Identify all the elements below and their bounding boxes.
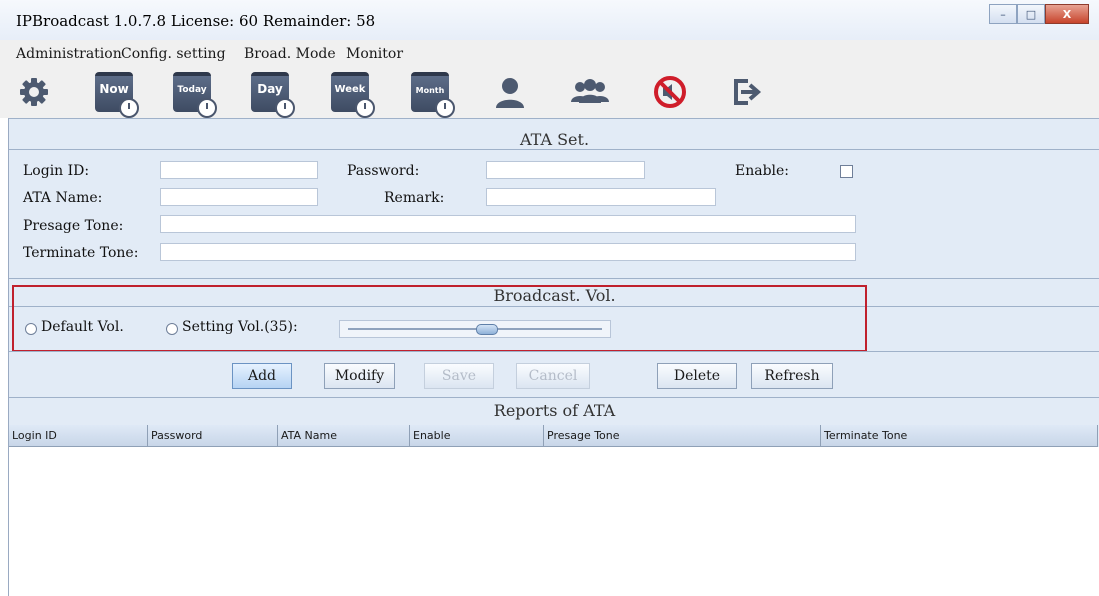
users-button[interactable] (564, 69, 616, 115)
day-button[interactable]: Day (244, 69, 296, 118)
add-button[interactable]: Add (232, 363, 292, 389)
menu-monitor[interactable]: Monitor (346, 46, 403, 62)
password-label: Password: (347, 163, 420, 179)
menu-config-setting[interactable]: Config. setting (121, 46, 226, 62)
user-icon (496, 78, 524, 108)
calendar-clock-icon: Week (331, 72, 375, 118)
column-ata-name[interactable]: ATA Name (278, 425, 410, 447)
column-enable[interactable]: Enable (410, 425, 544, 447)
modify-button[interactable]: Modify (324, 363, 395, 389)
exit-button[interactable] (720, 69, 772, 115)
window-controls: – □ X (989, 4, 1089, 24)
main-panel: ATA Set. Login ID: Password: Enable: ATA… (8, 118, 1099, 596)
users-group-icon (571, 79, 609, 103)
mute-button[interactable] (644, 69, 696, 115)
ata-set-title: ATA Set. (519, 130, 590, 149)
delete-button[interactable]: Delete (657, 363, 737, 389)
menu-administration[interactable]: Administration (16, 46, 122, 62)
save-button[interactable]: Save (424, 363, 494, 389)
ata-name-field[interactable] (160, 188, 318, 206)
calendar-clock-icon: Month (411, 72, 455, 118)
maximize-button[interactable]: □ (1017, 4, 1045, 24)
close-button[interactable]: X (1045, 4, 1089, 24)
month-button[interactable]: Month (404, 69, 456, 118)
now-button[interactable]: Now (88, 69, 140, 118)
column-presage-tone[interactable]: Presage Tone (544, 425, 821, 447)
enable-label: Enable: (735, 163, 790, 179)
menu-bar: Administration Config. setting Broad. Mo… (0, 40, 1099, 66)
remark-field[interactable] (486, 188, 716, 206)
today-button[interactable]: Today (166, 69, 218, 118)
presage-tone-label: Presage Tone: (23, 218, 124, 234)
reports-table-body[interactable] (9, 447, 1099, 596)
exit-icon (734, 79, 762, 105)
cancel-button[interactable]: Cancel (516, 363, 590, 389)
refresh-button[interactable]: Refresh (751, 363, 833, 389)
settings-button[interactable] (8, 69, 60, 115)
login-id-field[interactable] (160, 161, 318, 179)
no-sound-icon (654, 76, 686, 108)
presage-tone-field[interactable] (160, 215, 856, 233)
toolbar: Now Today Day Week Month (0, 66, 1099, 118)
column-password[interactable]: Password (148, 425, 278, 447)
password-field[interactable] (486, 161, 645, 179)
user-button[interactable] (484, 69, 536, 115)
enable-checkbox[interactable] (840, 165, 853, 178)
terminate-tone-label: Terminate Tone: (23, 245, 139, 261)
ata-name-label: ATA Name: (23, 190, 103, 206)
login-id-label: Login ID: (23, 163, 90, 179)
calendar-clock-icon: Now (95, 72, 139, 118)
week-button[interactable]: Week (324, 69, 376, 118)
terminate-tone-field[interactable] (160, 243, 856, 261)
gear-icon (20, 78, 48, 106)
column-login-id[interactable]: Login ID (9, 425, 148, 447)
broadcast-vol-highlight (12, 285, 867, 352)
calendar-clock-icon: Today (173, 72, 217, 118)
reports-title: Reports of ATA (493, 401, 616, 420)
minimize-button[interactable]: – (989, 4, 1017, 24)
title-bar: IPBroadcast 1.0.7.8 License: 60 Remainde… (0, 0, 1099, 40)
menu-broad-mode[interactable]: Broad. Mode (244, 46, 336, 62)
calendar-clock-icon: Day (251, 72, 295, 118)
remark-label: Remark: (384, 190, 445, 206)
column-terminate-tone[interactable]: Terminate Tone (821, 425, 1098, 447)
window-title: IPBroadcast 1.0.7.8 License: 60 Remainde… (16, 12, 376, 30)
